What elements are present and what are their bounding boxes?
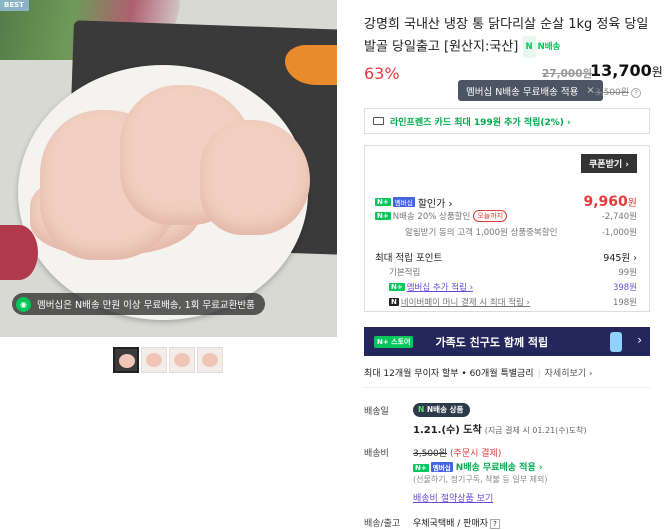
max-points-label: 최대 적립 포인트	[375, 253, 443, 264]
membership-icon: ◉	[16, 296, 31, 312]
n-delivery-badge: N N배송	[522, 36, 561, 58]
sale-price-unit: 원	[651, 65, 663, 79]
card-icon	[373, 117, 384, 125]
close-icon[interactable]: ×	[586, 85, 594, 96]
discount-price-label: 할인가 ›	[417, 198, 453, 210]
courier-info: 우체국택배 / 판매자?	[413, 516, 500, 529]
npay-points-label[interactable]: 네이버페이 머니 결제 시 최대 적립 ›	[401, 296, 530, 308]
courier-text: 우체국택배 / 판매자	[413, 519, 488, 529]
help-icon[interactable]: ?	[631, 88, 642, 98]
first-discount-row: 알림받기 동의 고객 1,000원 상품중복할인 -1,000원	[375, 226, 637, 238]
product-page: BEST ◉ 멤버십은 N배송 만원 이상 무료배송, 1회 무료교환반품 강명…	[0, 0, 671, 530]
shipping-original: 3,500원?	[595, 85, 642, 98]
sale-price-value: 13,700	[590, 61, 652, 80]
thumbnail-strip	[113, 347, 223, 373]
installment-text: 최대 12개월 무이자 할부 • 60개월 특별금리	[364, 369, 534, 379]
banner-text: 가족도 친구도 함께 적립	[435, 335, 549, 349]
basic-points-value: 99원	[618, 268, 637, 278]
membership-promo[interactable]: ◉ 멤버십은 N배송 만원 이상 무료배송, 1회 무료교환반품	[12, 293, 265, 315]
n-delivery-icon: N	[522, 36, 536, 58]
n-plus-icon: N+	[375, 212, 391, 220]
thumbnail-3[interactable]	[169, 347, 195, 373]
nship-discount-value: -2,740원	[601, 212, 637, 222]
shipping-original-value: 3,500원	[595, 88, 630, 98]
first-discount-value: -1,000원	[601, 228, 637, 238]
product-title: 강명희 국내산 냉장 통 닭다리살 순살 1kg 정육 당일발골 당일출고 [원…	[364, 14, 652, 59]
delivery-date-label: 배송일	[364, 407, 389, 417]
n-delivery-label: N배송	[537, 42, 561, 52]
membership-tag: 멤버십	[430, 462, 453, 472]
today-only-tag: 오늘까지	[473, 210, 508, 222]
nship-discount-label: N배송 20% 상품할인	[392, 212, 471, 222]
arrival-date: 1.21.(수) 도착 (지금 결제 시 01.21(수)도착)	[413, 421, 587, 436]
shipping-exclusion-note: (선물하기, 정기구독, 착불 등 일부 제외)	[413, 475, 548, 484]
member-points-value: 398원	[612, 283, 637, 293]
npay-icon: N	[389, 298, 399, 306]
chicken-piece	[200, 120, 310, 235]
member-points-label[interactable]: 멤버십 추가 적립 ›	[407, 281, 473, 293]
n-plus-icon: N+	[375, 198, 391, 206]
shipping-fee-original: 3,500원	[413, 449, 448, 459]
n-delivery-icon: N	[418, 405, 425, 414]
courier-label: 배송/출고	[364, 519, 401, 529]
nship-discount-row: N+ N배송 20% 상품할인 오늘까지 -2,740원	[375, 210, 637, 222]
thumbnail-1[interactable]	[113, 347, 139, 373]
card-promo-text: 라인프렌즈 카드 최대 199원 추가 적립(2%) ›	[390, 117, 571, 128]
sale-price: 13,700원	[590, 61, 663, 80]
divider	[364, 387, 650, 388]
discount-rate: 63%	[364, 64, 400, 83]
tooltip-text: 멤버십 N배송 무료배송 적용	[466, 86, 579, 98]
npay-points-value: 198원	[612, 298, 637, 308]
discount-price-row[interactable]: N+ 멤버십 할인가 › 9,960원	[375, 194, 637, 210]
basic-points-label: 기본적립	[389, 268, 421, 278]
thumbnail-2[interactable]	[141, 347, 167, 373]
discount-price-value: 9,960원	[583, 194, 638, 210]
basic-points-row: 기본적립 99원	[375, 266, 637, 278]
max-points-value: 945원 ›	[603, 253, 637, 264]
coupon-button[interactable]: 쿠폰받기 ›	[581, 154, 637, 173]
product-image[interactable]: BEST ◉ 멤버십은 N배송 만원 이상 무료배송, 1회 무료교환반품	[0, 0, 337, 337]
shipping-fee-payment: (주문시 결제)	[450, 449, 502, 459]
card-promo[interactable]: 라인프렌즈 카드 최대 199원 추가 적립(2%) ›	[364, 108, 650, 134]
n-plus-icon: N+	[413, 464, 429, 472]
installment-info: 최대 12개월 무이자 할부 • 60개월 특별금리 | 자세히보기 ›	[364, 366, 593, 379]
shipping-fee: 3,500원 (주문시 결제)	[413, 446, 501, 459]
thumbnail-4[interactable]	[197, 347, 223, 373]
separator: |	[537, 369, 541, 379]
arrival-note: (지금 결제 시 01.21(수)도착)	[484, 426, 587, 435]
membership-promo-text: 멤버십은 N배송 만원 이상 무료배송, 1회 무료교환반품	[37, 300, 255, 311]
arrival-date-text: 1.21.(수) 도착	[413, 425, 482, 436]
n-store-tag: N+ 스토어	[374, 335, 414, 348]
n-delivery-product-text: N배송 상품	[426, 405, 464, 414]
free-shipping-text: N배송 무료배송 적용 ›	[455, 463, 543, 473]
free-shipping-applied[interactable]: N+ 멤버십 N배송 무료배송 적용 ›	[413, 460, 543, 473]
first-discount-label: 알림받기 동의 고객 1,000원 상품중복할인	[405, 228, 558, 238]
store-banner[interactable]: N+ 스토어 가족도 친구도 함께 적립 ›	[364, 327, 650, 356]
installment-more-link[interactable]: 자세히보기 ›	[545, 369, 593, 379]
membership-tag: 멤버십	[392, 197, 415, 207]
help-icon[interactable]: ?	[490, 519, 500, 529]
bottle-icon	[610, 332, 622, 352]
shipping-saver-link[interactable]: 배송비 절약상품 보기	[413, 491, 493, 504]
max-points-row[interactable]: 최대 적립 포인트 945원 ›	[375, 250, 637, 264]
n-delivery-product-badge: N N배송 상품	[413, 403, 471, 417]
npay-points-row[interactable]: N 네이버페이 머니 결제 시 최대 적립 › 198원	[375, 296, 637, 308]
beet-garnish	[0, 225, 38, 280]
member-points-row[interactable]: N+ 멤버십 추가 적립 › 398원	[375, 281, 637, 293]
product-title-text: 강명희 국내산 냉장 통 닭다리살 순살 1kg 정육 당일발골 당일출고 [원…	[364, 17, 649, 55]
original-price: 27,000원	[542, 68, 593, 80]
benefit-box: 쿠폰받기 › N+ 멤버십 할인가 › 9,960원 N+ N배송 20% 상품할…	[364, 145, 650, 312]
shipping-fee-label: 배송비	[364, 449, 389, 459]
best-badge: BEST	[0, 0, 29, 11]
chevron-right-icon: ›	[637, 333, 642, 347]
free-shipping-tooltip: 멤버십 N배송 무료배송 적용 ×	[458, 80, 603, 101]
n-plus-icon: N+	[389, 283, 405, 291]
